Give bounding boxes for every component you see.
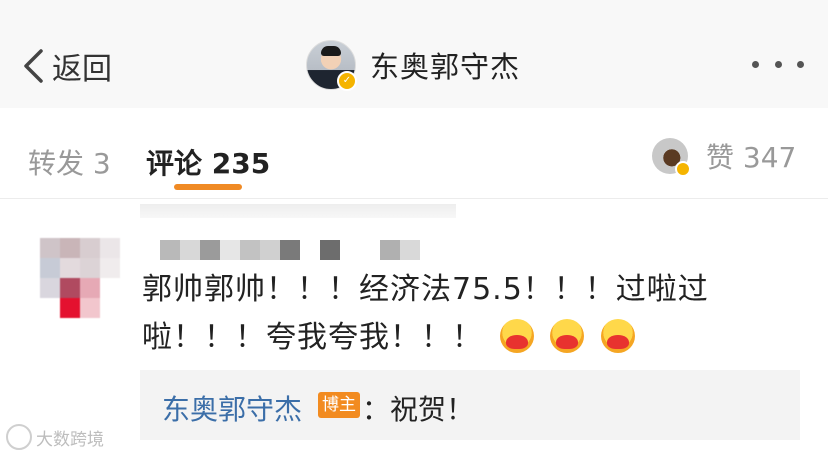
loading-placeholder-bar (140, 204, 456, 218)
top-navigation-bar: 返回 ✓ 东奥郭守杰 (0, 0, 828, 109)
hug-emoji-icon (550, 319, 585, 353)
liker-avatar (652, 138, 691, 177)
back-button[interactable]: 返回 (22, 44, 112, 88)
verified-badge-icon (675, 161, 691, 177)
more-dots-icon[interactable] (752, 52, 804, 76)
tab-likes[interactable]: 赞 347 (652, 136, 797, 177)
account-avatar[interactable]: ✓ (306, 40, 357, 91)
back-label: 返回 (52, 52, 112, 87)
hug-emoji-icon (600, 319, 635, 353)
blog-owner-badge: 博主 (318, 392, 360, 418)
active-tab-indicator (174, 184, 242, 190)
commenter-name-mosaic[interactable] (160, 240, 420, 260)
watermark: 大数跨境 (6, 424, 104, 450)
reply-author-name[interactable]: 东奥郭守杰 (162, 388, 302, 428)
comment-body: 郭帅郭帅！！！经济法75.5！！！过啦过啦！！！夸我夸我！！！ (142, 266, 782, 362)
tab-reposts[interactable]: 转发 3 (28, 142, 111, 182)
watermark-logo-icon (6, 424, 32, 450)
author-reply-box[interactable]: 东奥郭守杰 博主 ：祝贺！ (140, 370, 800, 440)
tab-comments[interactable]: 评论 235 (146, 142, 270, 182)
hug-emoji-icon (499, 319, 534, 353)
chevron-left-icon (24, 49, 43, 83)
verified-badge-icon: ✓ (337, 71, 357, 91)
account-name[interactable]: 东奥郭守杰 (370, 44, 520, 86)
likes-label: 赞 347 (706, 141, 797, 174)
post-tabs: 转发 3 评论 235 赞 347 (0, 108, 828, 199)
commenter-avatar-mosaic[interactable] (40, 238, 120, 318)
account-header[interactable]: ✓ 东奥郭守杰 (306, 40, 520, 91)
reply-text: ：祝贺！ (362, 393, 475, 426)
